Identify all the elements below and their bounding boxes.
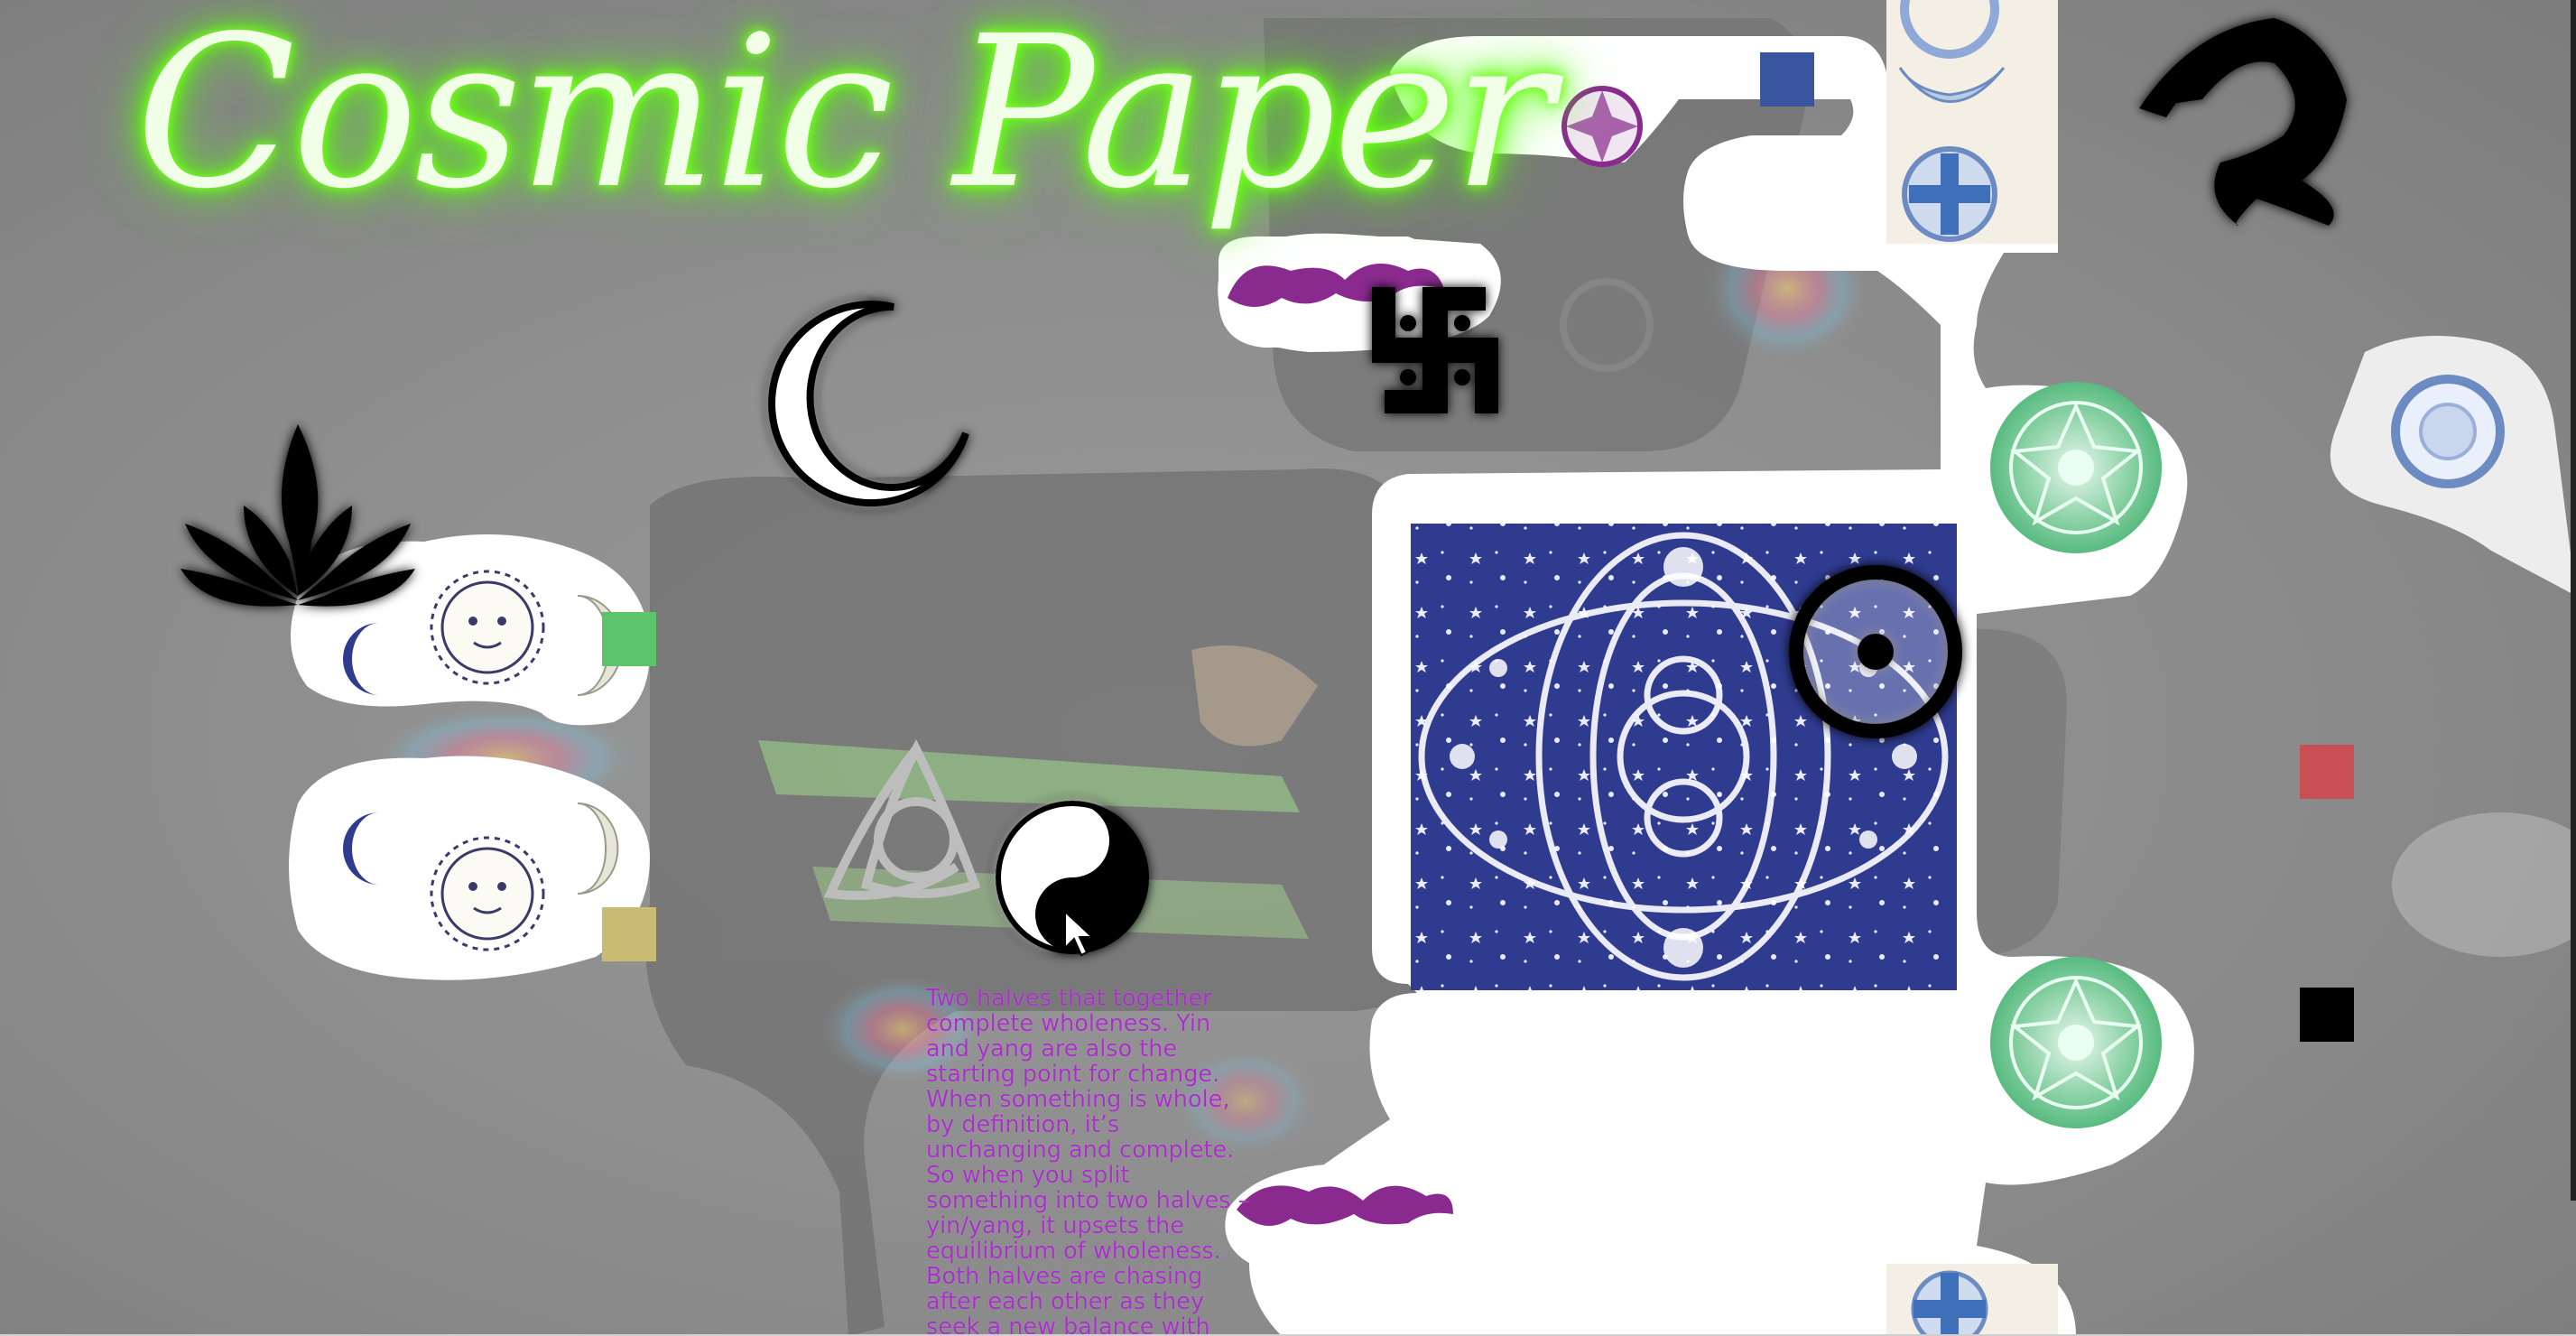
yin-yang-caption: Two halves that together complete wholen… (926, 985, 1250, 1336)
page-title: Cosmic Paper (135, 0, 1553, 235)
bullseye-icon (1789, 565, 1962, 738)
triquetra-icon (823, 738, 981, 900)
crescent-moon-icon (768, 301, 969, 507)
dragon-icon (2139, 18, 2347, 226)
red-square[interactable] (2300, 745, 2354, 799)
green-square[interactable] (602, 612, 656, 666)
blue-square[interactable] (1760, 52, 1814, 107)
scrollbar[interactable] (2571, 0, 2576, 1201)
black-square[interactable] (2300, 988, 2354, 1042)
khaki-square[interactable] (602, 907, 656, 961)
swastika-icon (1372, 287, 1498, 413)
lotus-icon (181, 424, 415, 607)
white-square[interactable] (1650, 1054, 1704, 1109)
canvas[interactable]: Cosmic Paper Two halves that together co… (0, 0, 2576, 1336)
